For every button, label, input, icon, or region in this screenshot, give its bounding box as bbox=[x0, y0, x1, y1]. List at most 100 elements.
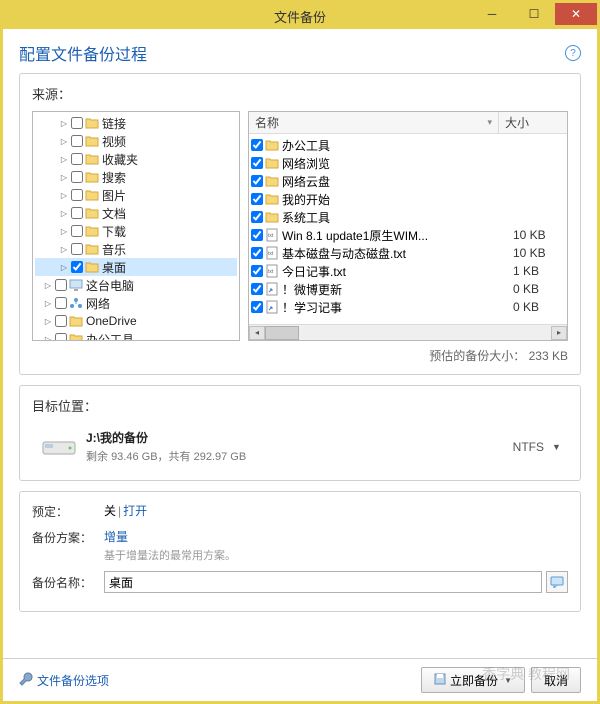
cancel-button[interactable]: 取消 bbox=[531, 667, 581, 693]
scroll-track[interactable] bbox=[265, 326, 551, 340]
tree-item-label: 收藏夹 bbox=[102, 151, 138, 168]
tree-item[interactable]: ▷搜索 bbox=[35, 168, 237, 186]
tree-expander-icon[interactable]: ▷ bbox=[59, 172, 69, 182]
computer-icon bbox=[69, 279, 83, 291]
tree-checkbox[interactable] bbox=[71, 153, 83, 165]
tree-item[interactable]: ▷ 链接 bbox=[35, 114, 237, 132]
tree-expander-icon[interactable]: ▷ bbox=[59, 136, 69, 146]
tree-expander-icon[interactable]: ▷ bbox=[59, 262, 69, 272]
column-header-name[interactable]: 名称 ▾ bbox=[249, 112, 499, 133]
list-checkbox[interactable] bbox=[251, 301, 263, 313]
target-details: 剩余 93.46 GB，共有 292.97 GB bbox=[86, 448, 513, 464]
list-body[interactable]: 办公工具网络浏览网络云盘我的开始系统工具txtWin 8.1 update1原生… bbox=[249, 134, 567, 324]
schedule-label: 预定： bbox=[32, 502, 104, 520]
tree-expander-icon[interactable]: ▷ bbox=[59, 244, 69, 254]
tree-checkbox[interactable] bbox=[71, 189, 83, 201]
list-item[interactable]: txtWin 8.1 update1原生WIM...10 KB bbox=[251, 226, 565, 244]
backup-now-button[interactable]: 立即备份 ▼ bbox=[421, 667, 525, 693]
tree-expander-icon[interactable]: ▷ bbox=[59, 154, 69, 164]
tree-item[interactable]: ▷这台电脑 bbox=[35, 276, 237, 294]
list-checkbox[interactable] bbox=[251, 283, 263, 295]
tree-item[interactable]: ▷ 下载 bbox=[35, 222, 237, 240]
list-item[interactable]: txt今日记事.txt1 KB bbox=[251, 262, 565, 280]
maximize-button[interactable]: ☐ bbox=[513, 3, 555, 25]
titlebar[interactable]: 文件备份 ─ ☐ ✕ bbox=[3, 3, 597, 29]
list-checkbox[interactable] bbox=[251, 175, 263, 187]
tree-item[interactable]: ▷文档 bbox=[35, 204, 237, 222]
tree-checkbox[interactable] bbox=[71, 261, 83, 273]
tree-expander-icon[interactable]: ▷ bbox=[59, 208, 69, 218]
list-checkbox[interactable] bbox=[251, 193, 263, 205]
folder-icon bbox=[265, 138, 279, 152]
minimize-button[interactable]: ─ bbox=[471, 3, 513, 25]
list-pane: 名称 ▾ 大小 办公工具网络浏览网络云盘我的开始系统工具txtWin 8.1 u… bbox=[248, 111, 568, 341]
list-item[interactable]: txt基本磁盘与动态磁盘.txt10 KB bbox=[251, 244, 565, 262]
tree-checkbox[interactable] bbox=[71, 243, 83, 255]
horizontal-scrollbar[interactable]: ◂ ▸ bbox=[249, 324, 567, 340]
list-item-name: 我的开始 bbox=[282, 191, 330, 208]
list-item[interactable]: 办公工具 bbox=[251, 136, 565, 154]
tree-item[interactable]: ▷图片 bbox=[35, 186, 237, 204]
list-item[interactable]: 我的开始 bbox=[251, 190, 565, 208]
list-checkbox[interactable] bbox=[251, 229, 263, 241]
tree-item-label: 下载 bbox=[102, 223, 126, 240]
list-item[interactable]: 网络云盘 bbox=[251, 172, 565, 190]
tree-expander-icon[interactable]: ▷ bbox=[43, 334, 53, 340]
list-item[interactable]: ！学习记事0 KB bbox=[251, 298, 565, 316]
list-item[interactable]: 系统工具 bbox=[251, 208, 565, 226]
column-header-size[interactable]: 大小 bbox=[499, 112, 567, 133]
tree-checkbox[interactable] bbox=[71, 117, 83, 129]
tree-expander-icon[interactable]: ▷ bbox=[59, 190, 69, 200]
scroll-left-button[interactable]: ◂ bbox=[249, 326, 265, 340]
tree-expander-icon[interactable]: ▷ bbox=[43, 298, 53, 308]
list-item-name: Win 8.1 update1原生WIM... bbox=[282, 227, 428, 244]
backup-options-link[interactable]: 文件备份选项 bbox=[19, 672, 109, 689]
tree-item[interactable]: ▷网络 bbox=[35, 294, 237, 312]
tree-checkbox[interactable] bbox=[55, 333, 67, 340]
scheme-link[interactable]: 增量 bbox=[104, 530, 128, 544]
target-info: J:\我的备份 剩余 93.46 GB，共有 292.97 GB bbox=[86, 429, 513, 464]
backup-name-input[interactable] bbox=[104, 571, 542, 593]
scroll-thumb[interactable] bbox=[265, 326, 299, 340]
list-checkbox[interactable] bbox=[251, 157, 263, 169]
target-row[interactable]: J:\我的备份 剩余 93.46 GB，共有 292.97 GB NTFS ▼ bbox=[32, 423, 568, 470]
source-panel: 来源： ▷链接▷视频▷收藏夹▷搜索▷图片▷文档▷下载▷音乐▷桌面▷这台电脑▷网络… bbox=[19, 73, 581, 375]
list-checkbox[interactable] bbox=[251, 139, 263, 151]
tree-expander-icon[interactable]: ▷ bbox=[59, 118, 69, 128]
list-checkbox[interactable] bbox=[251, 265, 263, 277]
list-item[interactable]: 网络浏览 bbox=[251, 154, 565, 172]
tree-expander-icon[interactable]: ▷ bbox=[59, 226, 69, 236]
tree-checkbox[interactable] bbox=[55, 297, 67, 309]
folder-icon bbox=[85, 243, 99, 255]
tree-checkbox[interactable] bbox=[55, 315, 67, 327]
help-icon[interactable]: ? bbox=[565, 45, 581, 61]
app-window: 文件备份 ─ ☐ ✕ 配置文件备份过程 ? 来源： ▷链接▷视频▷收藏夹▷搜索▷… bbox=[0, 0, 600, 704]
comment-button[interactable] bbox=[546, 571, 568, 593]
tree-expander-icon[interactable]: ▷ bbox=[43, 280, 53, 290]
tree-list[interactable]: ▷链接▷视频▷收藏夹▷搜索▷图片▷文档▷下载▷音乐▷桌面▷这台电脑▷网络▷One… bbox=[33, 112, 239, 340]
tree-item[interactable]: ▷办公工具 bbox=[35, 330, 237, 340]
close-button[interactable]: ✕ bbox=[555, 3, 597, 25]
tree-checkbox[interactable] bbox=[71, 135, 83, 147]
tree-checkbox[interactable] bbox=[71, 171, 83, 183]
tree-checkbox[interactable] bbox=[55, 279, 67, 291]
list-item-size: 0 KB bbox=[509, 300, 565, 314]
target-expand-button[interactable]: ▼ bbox=[552, 442, 564, 452]
list-item[interactable]: ！微博更新0 KB bbox=[251, 280, 565, 298]
tree-checkbox[interactable] bbox=[71, 225, 83, 237]
tree-item[interactable]: ▷ 收藏夹 bbox=[35, 150, 237, 168]
tree-item[interactable]: ▷音乐 bbox=[35, 240, 237, 258]
tree-checkbox[interactable] bbox=[71, 207, 83, 219]
scroll-right-button[interactable]: ▸ bbox=[551, 326, 567, 340]
scheme-value-wrap: 增量 基于增量法的最常用方案。 bbox=[104, 528, 568, 563]
tree-item-label: 链接 bbox=[102, 115, 126, 132]
svg-text:txt: txt bbox=[268, 251, 274, 257]
tree-item[interactable]: ▷OneDrive bbox=[35, 312, 237, 330]
source-panes: ▷链接▷视频▷收藏夹▷搜索▷图片▷文档▷下载▷音乐▷桌面▷这台电脑▷网络▷One… bbox=[32, 111, 568, 341]
tree-expander-icon[interactable]: ▷ bbox=[43, 316, 53, 326]
tree-item[interactable]: ▷桌面 bbox=[35, 258, 237, 276]
list-checkbox[interactable] bbox=[251, 247, 263, 259]
schedule-open-link[interactable]: 打开 bbox=[123, 504, 147, 518]
list-checkbox[interactable] bbox=[251, 211, 263, 223]
tree-item[interactable]: ▷视频 bbox=[35, 132, 237, 150]
